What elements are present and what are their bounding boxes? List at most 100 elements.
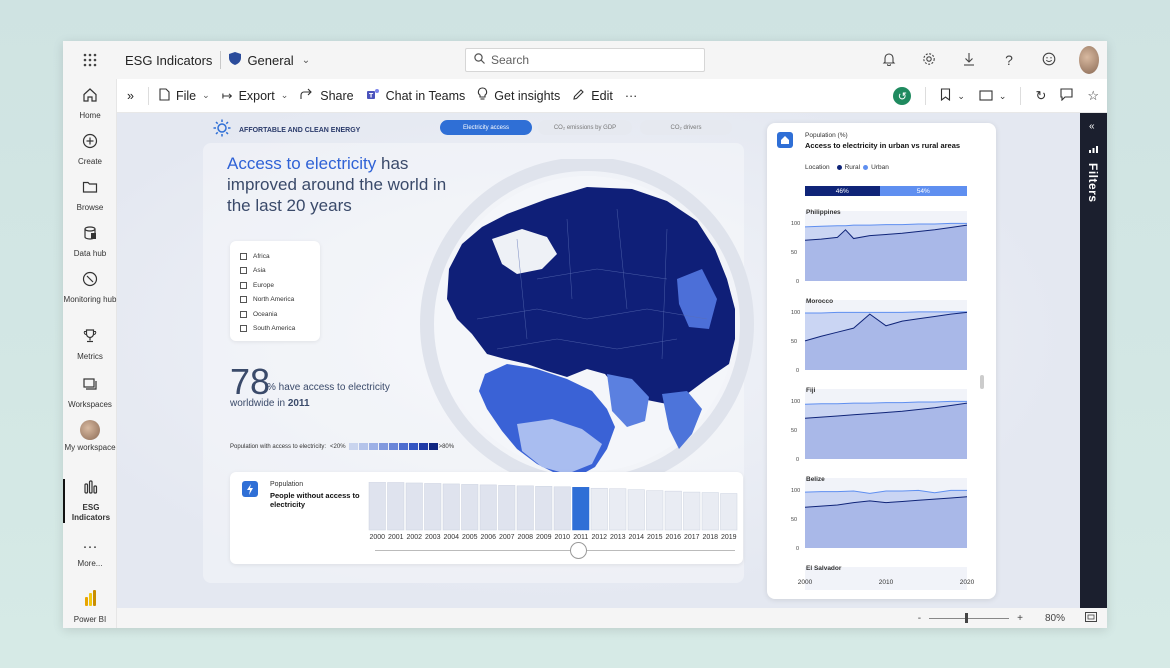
search-input[interactable]: Search [465, 48, 705, 72]
rural-dot [836, 165, 842, 170]
user-avatar[interactable] [1079, 46, 1099, 74]
year-slider-track[interactable] [375, 550, 735, 551]
nav-workspaces[interactable]: Workspaces [63, 376, 117, 410]
year-bar-2018[interactable] [701, 492, 719, 531]
year-bar-2006[interactable] [479, 484, 497, 531]
year-slider-handle[interactable] [570, 542, 587, 559]
year-bar-2016[interactable] [664, 490, 682, 531]
nav-more[interactable]: ··· More... [63, 538, 117, 569]
search-placeholder: Search [491, 53, 530, 67]
edit-button[interactable]: Edit [572, 88, 613, 104]
region-label: South America [253, 325, 296, 333]
zoom-out-button[interactable]: - [918, 613, 921, 624]
checkbox[interactable] [240, 325, 247, 333]
nav-esg-indicators[interactable]: ESG Indicators [63, 479, 117, 523]
checkbox[interactable] [240, 296, 247, 304]
tab-electricity-access[interactable]: Electricity access [440, 120, 532, 135]
small-multiples-chart[interactable]: Philippines 100 50 0 Morocco 100 50 0 Fiji 100 50 0… [767, 205, 996, 590]
chevron-down-icon[interactable]: ⌄ [957, 91, 965, 102]
nav-label: Create [77, 157, 102, 166]
rural-segment[interactable]: 46% [805, 186, 880, 196]
app-launcher-icon[interactable] [63, 41, 117, 79]
region-checkbox-south-america[interactable]: South America [240, 322, 320, 337]
year-bar-2002[interactable] [405, 482, 423, 531]
report-title[interactable]: ESG Indicators [125, 53, 212, 68]
zoom-in-button[interactable]: + [1017, 613, 1023, 624]
share-button[interactable]: Share [300, 88, 354, 103]
collapse-chevron-icon[interactable]: « [1089, 121, 1095, 132]
nav-monitoring-hub[interactable]: Monitoring hub [63, 271, 117, 305]
nav-powerbi[interactable]: Power BI [63, 589, 117, 625]
checkbox[interactable] [240, 252, 247, 260]
y-tick-label: 100 [791, 399, 800, 405]
tab-co2-drivers[interactable]: CO₂ drivers [640, 120, 732, 135]
urban-label[interactable]: Urban [871, 164, 889, 171]
year-bar-2017[interactable] [683, 491, 701, 531]
reset-icon[interactable]: ↺ [893, 87, 912, 105]
fit-to-page-icon[interactable] [1085, 611, 1097, 625]
year-bar-2012[interactable] [590, 487, 608, 531]
checkbox[interactable] [240, 310, 247, 318]
zoom-slider-thumb[interactable] [965, 612, 969, 623]
nav-metrics[interactable]: Metrics [63, 328, 117, 362]
sensitivity-shield-icon[interactable] [229, 52, 242, 68]
rural-label[interactable]: Rural [845, 164, 861, 171]
region-checkbox-north-america[interactable]: North America [240, 293, 320, 308]
comment-icon[interactable] [1060, 88, 1073, 104]
get-insights-button[interactable]: Get insights [477, 87, 560, 104]
expand-icon[interactable]: » [127, 89, 134, 103]
region-checkbox-africa[interactable]: Africa [240, 249, 320, 264]
export-menu[interactable]: ↦ Export ⌄ [222, 88, 289, 104]
year-bar-2009[interactable] [535, 486, 553, 531]
year-bar-2001[interactable] [387, 482, 405, 531]
chevron-down-icon[interactable]: ⌄ [302, 55, 310, 66]
filters-pane[interactable]: « Filters [1080, 113, 1107, 608]
app-window: ESG Indicators General ⌄ Search ? Home C… [63, 41, 1107, 628]
zoom-slider[interactable] [929, 612, 1010, 623]
bookmark-icon[interactable] [940, 88, 951, 104]
tab-co2-emissions[interactable]: CO₂ emissions by GDP [538, 120, 632, 135]
year-bar-2013[interactable] [609, 488, 627, 531]
nav-home[interactable]: Home [63, 87, 117, 121]
bell-icon[interactable] [879, 52, 899, 69]
year-bar-2008[interactable] [516, 485, 534, 531]
year-bar-2019[interactable] [720, 493, 738, 531]
year-bar-2003[interactable] [424, 483, 442, 531]
file-menu[interactable]: File ⌄ [159, 87, 210, 104]
checkbox[interactable] [240, 267, 247, 275]
region-checkbox-asia[interactable]: Asia [240, 264, 320, 279]
nav-my-workspace[interactable]: My workspace [63, 420, 117, 453]
year-bar-2005[interactable] [461, 484, 479, 531]
legend-label: Population with access to electricity: [230, 443, 327, 450]
chat-in-teams-button[interactable]: T Chat in Teams [366, 88, 465, 104]
population-bar-chart[interactable]: 2000 2001 2002 2003 2004 2005 2006 2007 2008 2009… [368, 482, 738, 544]
year-bar-2007[interactable] [498, 485, 516, 531]
location-split-bar[interactable]: 46% 54% [805, 186, 967, 196]
year-bar-2010[interactable] [553, 486, 571, 531]
gear-icon[interactable] [919, 52, 939, 69]
year-bar-2000[interactable] [368, 482, 386, 531]
year-bar-2015[interactable] [646, 490, 664, 531]
more-options-button[interactable]: ··· [625, 89, 638, 103]
chevron-down-icon[interactable]: ⌄ [999, 91, 1007, 102]
year-bar-2004[interactable] [442, 483, 460, 531]
region-checkbox-europe[interactable]: Europe [240, 278, 320, 293]
checkbox[interactable] [240, 281, 247, 289]
panel-scrollbar[interactable] [980, 375, 984, 389]
home-icon [777, 132, 793, 148]
nav-create[interactable]: Create [63, 133, 117, 167]
download-icon[interactable] [959, 52, 979, 69]
region-checkbox-oceania[interactable]: Oceania [240, 307, 320, 322]
sensitivity-label[interactable]: General [247, 53, 293, 68]
nav-data-hub[interactable]: Data hub [63, 225, 117, 259]
feedback-smiley-icon[interactable] [1039, 52, 1059, 69]
nav-browse[interactable]: Browse [63, 179, 117, 213]
star-icon[interactable]: ☆ [1087, 88, 1099, 104]
globe-map[interactable] [417, 159, 757, 489]
refresh-icon[interactable]: ↻ [1035, 88, 1046, 104]
year-bar-2011[interactable] [572, 487, 590, 531]
year-bar-2014[interactable] [627, 489, 645, 531]
urban-segment[interactable]: 54% [879, 186, 967, 196]
help-icon[interactable]: ? [999, 52, 1019, 68]
view-icon[interactable] [979, 89, 993, 104]
